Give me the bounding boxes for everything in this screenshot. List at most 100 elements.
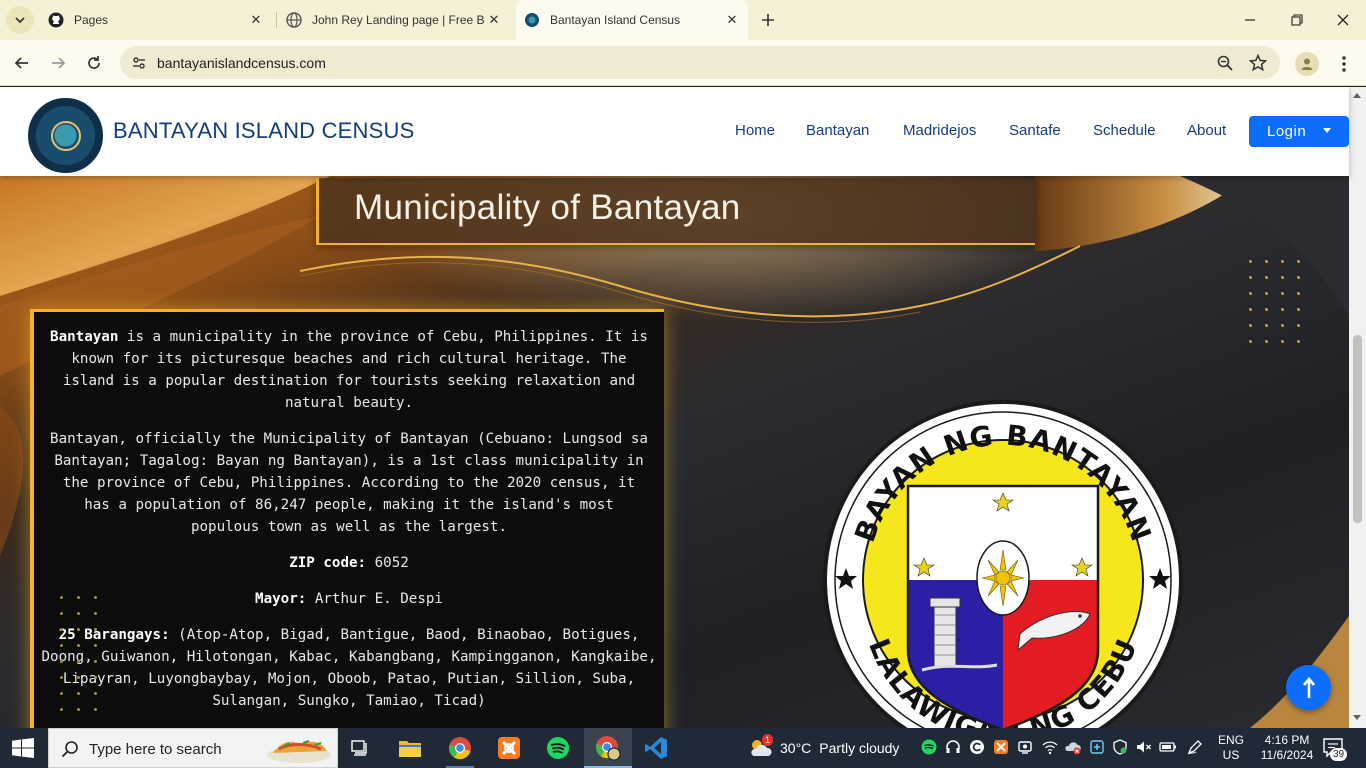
input-language-indicator[interactable]: ENG US — [1218, 733, 1244, 763]
nav-about[interactable]: About — [1187, 122, 1226, 139]
page-viewport: BANTAYAN ISLAND CENSUS Home Bantayan Mad… — [0, 87, 1366, 728]
close-window-button[interactable] — [1331, 8, 1355, 32]
reload-button[interactable] — [82, 51, 106, 75]
bantayan-seal-logo: BAYAN NG BANTAYAN LALAWIGAN NG CEBU — [823, 400, 1183, 728]
login-label: Login — [1267, 123, 1307, 140]
security-tray-icon[interactable] — [1111, 738, 1129, 756]
close-icon — [1337, 14, 1349, 26]
headset-tray-icon[interactable] — [944, 738, 962, 756]
notification-count-badge: 39 — [1330, 748, 1348, 761]
search-icon — [61, 741, 78, 758]
close-tab-icon[interactable]: ✕ — [248, 12, 264, 28]
profile-avatar[interactable] — [1295, 52, 1319, 76]
nav-santafe[interactable]: Santafe — [1009, 122, 1061, 139]
url-text[interactable]: bantayanislandcensus.com — [157, 55, 326, 71]
chrome-profile-icon[interactable] — [594, 734, 622, 762]
address-bar[interactable]: bantayanislandcensus.com — [120, 46, 1280, 79]
lang-code: ENG — [1218, 733, 1245, 747]
taskbar-clock[interactable]: 4:16 PM 11/6/2024 — [1252, 733, 1322, 763]
file-explorer-icon[interactable] — [396, 734, 424, 762]
minimize-icon — [1245, 19, 1255, 21]
tab-search-button[interactable] — [6, 6, 34, 34]
github-icon — [48, 12, 64, 28]
minimize-button[interactable] — [1238, 8, 1262, 32]
camera-tray-icon[interactable] — [1016, 738, 1034, 756]
restore-button[interactable] — [1285, 8, 1309, 32]
close-tab-icon[interactable]: ✕ — [724, 12, 740, 28]
weather-widget[interactable]: 1 30°C Partly cloudy — [748, 728, 899, 768]
chevron-down-icon — [15, 17, 25, 24]
back-button[interactable] — [10, 51, 34, 75]
xampp-icon[interactable] — [495, 734, 523, 762]
network-status-tray-icon[interactable] — [1088, 738, 1106, 756]
tab-john-rey[interactable]: John Rey Landing page | Free B ✕ — [278, 0, 510, 40]
brand-name[interactable]: BANTAYAN ISLAND CENSUS — [113, 118, 414, 144]
wifi-tray-icon[interactable] — [1041, 738, 1059, 756]
reload-icon — [88, 56, 100, 69]
nav-home[interactable]: Home — [735, 122, 775, 139]
browser-tab-bar: Pages ✕ John Rey Landing page | Free B ✕… — [0, 0, 1366, 40]
mayor-label: Mayor: — [255, 591, 307, 607]
bookmark-star-icon[interactable] — [1247, 52, 1269, 74]
zoom-icon[interactable] — [1214, 52, 1236, 74]
barangays-line: 25 Barangays: (Atop-Atop, Bigad, Bantigu… — [36, 624, 662, 712]
new-tab-button[interactable] — [758, 10, 778, 30]
tab-title: Pages — [74, 13, 109, 27]
more-vertical-icon — [1342, 56, 1346, 72]
page-scrollbar[interactable] — [1349, 87, 1366, 728]
spotify-icon[interactable] — [544, 734, 572, 762]
decorative-dot-grid — [60, 596, 97, 711]
windows-start-icon[interactable] — [12, 738, 34, 758]
tab-separator — [276, 12, 277, 28]
weather-desc: Partly cloudy — [819, 740, 900, 756]
scrollbar-thumb[interactable] — [1353, 335, 1362, 523]
onedrive-tray-icon[interactable] — [1064, 738, 1082, 756]
clock-date: 11/6/2024 — [1260, 748, 1314, 762]
municipality-info-card: Bantayan is a municipality in the provin… — [30, 309, 664, 728]
windows-taskbar: Type here to search 1 30°C Partly cloudy — [0, 728, 1366, 768]
sync-tray-icon[interactable] — [968, 738, 986, 756]
site-navbar: BANTAYAN ISLAND CENSUS Home Bantayan Mad… — [0, 87, 1349, 176]
zip-value: 6052 — [366, 555, 409, 571]
battery-icon[interactable] — [1159, 738, 1177, 756]
weather-temp: 30°C — [780, 740, 812, 756]
zip-label: ZIP code: — [289, 555, 367, 571]
search-placeholder: Type here to search — [89, 741, 222, 758]
site-info-icon[interactable] — [128, 52, 150, 74]
spotify-tray-icon[interactable] — [920, 738, 938, 756]
lang-region: US — [1222, 748, 1240, 762]
site-favicon-icon — [524, 12, 540, 28]
mayor-line: Mayor: Arthur E. Despi — [50, 588, 648, 610]
intro-text: is a municipality in the province of Ceb… — [62, 329, 648, 411]
globe-icon — [286, 12, 302, 28]
restore-icon — [1291, 14, 1303, 26]
nav-madridejos[interactable]: Madridejos — [903, 122, 976, 139]
mayor-value: Arthur E. Despi — [306, 591, 443, 607]
scroll-up-arrow-icon[interactable] — [1353, 93, 1361, 98]
vscode-icon[interactable] — [642, 734, 670, 762]
browser-menu-button[interactable] — [1334, 52, 1354, 76]
scroll-down-arrow-icon[interactable] — [1353, 715, 1361, 720]
clock-time: 4:16 PM — [1264, 733, 1310, 747]
nav-schedule[interactable]: Schedule — [1093, 122, 1156, 139]
browser-toolbar: bantayanislandcensus.com — [0, 40, 1366, 86]
zip-line: ZIP code: 6052 — [50, 552, 648, 574]
volume-muted-icon[interactable] — [1135, 738, 1153, 756]
page-title: Municipality of Bantayan — [354, 188, 741, 227]
chrome-icon[interactable] — [446, 734, 474, 762]
task-view-icon[interactable] — [346, 734, 374, 762]
arrow-up-icon — [1302, 676, 1315, 698]
brand-logo[interactable] — [28, 98, 103, 173]
nav-bantayan[interactable]: Bantayan — [806, 122, 869, 139]
scroll-to-top-button[interactable] — [1286, 665, 1331, 710]
xampp-tray-icon[interactable] — [992, 738, 1010, 756]
hero-title-box: Municipality of Bantayan — [316, 178, 1035, 245]
login-dropdown-button[interactable]: Login — [1249, 116, 1349, 147]
tab-pages[interactable]: Pages ✕ — [40, 0, 272, 40]
tab-bantayan-census[interactable]: Bantayan Island Census ✕ — [516, 0, 748, 40]
arrow-right-icon — [52, 57, 66, 69]
close-tab-icon[interactable]: ✕ — [486, 12, 502, 28]
taskbar-search[interactable]: Type here to search — [48, 728, 338, 768]
pen-tray-icon[interactable] — [1186, 738, 1204, 756]
forward-button[interactable] — [46, 51, 70, 75]
